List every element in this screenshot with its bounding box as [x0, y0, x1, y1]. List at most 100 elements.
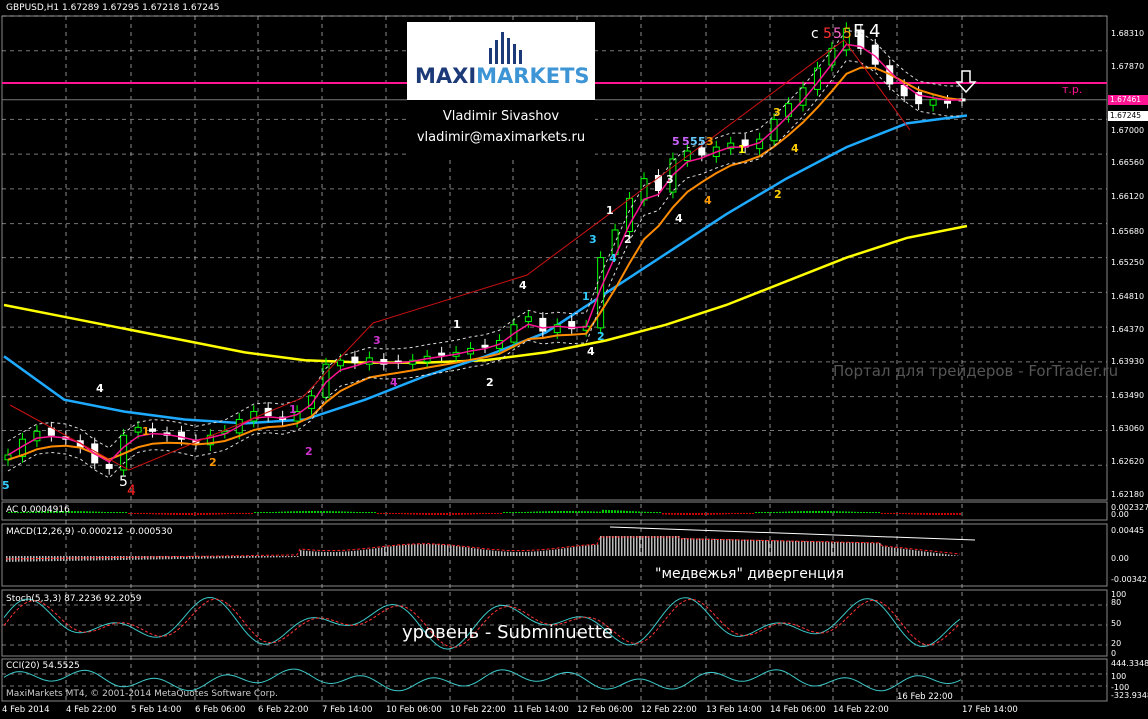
macd-bar [765, 540, 767, 556]
macd-bar [312, 551, 314, 556]
ac-bar [875, 512, 877, 513]
macd-bar [144, 556, 146, 560]
ac-bar [506, 512, 508, 513]
macd-bar [258, 556, 260, 558]
macd-bar [324, 551, 326, 556]
ac-bar [782, 511, 784, 513]
macd-bar [114, 556, 116, 561]
author-email: vladimir@maximarkets.ru [416, 130, 586, 145]
ac-bar [914, 513, 916, 515]
macd-bar [561, 548, 563, 556]
macd-bar [849, 542, 851, 556]
macd-bar [750, 539, 752, 556]
divergence-caption: "медвежья" дивергенция [655, 566, 845, 582]
ac-bar [539, 511, 541, 513]
ac-bar [200, 513, 202, 515]
trading-chart[interactable]: 412123412412434123441324555535 GBPUSD,H1… [0, 0, 1148, 719]
macd-bar [786, 540, 788, 556]
ac-bar [893, 513, 895, 514]
macd-bar [540, 551, 542, 556]
ac-bar [614, 510, 616, 513]
ac-bar [272, 512, 274, 513]
ac-bar [395, 513, 397, 514]
ac-bar [686, 513, 688, 515]
macd-bar [570, 547, 572, 556]
ac-bar [935, 513, 937, 515]
candle-body [351, 356, 359, 364]
macd-bar [525, 551, 527, 556]
ac-bar [347, 511, 349, 513]
ac-bar [623, 510, 625, 513]
ac-bar [578, 511, 580, 513]
ac-bar [653, 512, 655, 513]
wave-count-label: 2 [209, 456, 217, 469]
ac-bar [488, 513, 490, 514]
macd-bar [441, 544, 443, 556]
cci-title: CCI(20) 54.5525 [6, 661, 80, 671]
macd-bar [666, 536, 668, 556]
ac-bar [737, 513, 739, 514]
wave-count-label: 2 [486, 376, 494, 389]
ac-bar [659, 512, 661, 513]
ac-bar [71, 511, 73, 513]
ac-bar [632, 511, 634, 513]
candle-body [134, 426, 142, 433]
macd-bar [909, 549, 911, 556]
ac-bar [581, 511, 583, 513]
macd-bar [948, 554, 950, 556]
macd-bar [546, 550, 548, 556]
macd-bar [282, 556, 284, 558]
macd-bar [255, 556, 257, 558]
macd-bar [714, 538, 716, 556]
macd-bar [690, 538, 692, 556]
wave-label-5c: 5 [843, 26, 852, 42]
macd-bar [270, 556, 272, 558]
ac-bar [857, 511, 859, 513]
wave-count-label: 1 [289, 403, 297, 416]
ac-bar [467, 513, 469, 515]
macd-bar [564, 548, 566, 556]
ac-bar [242, 513, 244, 514]
ac-bar [749, 513, 751, 514]
macd-bar [330, 551, 332, 556]
macd-bar [693, 538, 695, 556]
candle-body [438, 352, 446, 356]
candle-body [539, 317, 547, 332]
ac-bar [458, 513, 460, 515]
ac-bar [779, 511, 781, 513]
ac-bar [731, 513, 733, 515]
ac-bar [296, 511, 298, 513]
macd-bar [867, 542, 869, 556]
macd-bar [912, 550, 914, 556]
macd-bar [141, 556, 143, 560]
ac-bar [608, 510, 610, 513]
ac-bar [362, 512, 364, 513]
time-tick: 14 Feb 22:00 [833, 705, 889, 715]
ac-bar [356, 511, 358, 513]
ac-bar [908, 513, 910, 515]
ac-bar [713, 513, 715, 515]
ac-bar [128, 513, 130, 514]
price-tick: 1.67870 [1111, 62, 1145, 71]
ac-bar [206, 513, 208, 515]
macd-bar [774, 540, 776, 556]
macd-bar [654, 536, 656, 556]
macd-bar [471, 547, 473, 556]
ac-bar [440, 513, 442, 515]
macd-bar [681, 538, 683, 556]
macd-bar [354, 550, 356, 556]
ac-bar [710, 513, 712, 515]
pane-border [1, 501, 1108, 521]
symbol-info: GBPUSD,H1 1.67289 1.67295 1.67218 1.6724… [6, 3, 220, 13]
ac-bar [344, 511, 346, 513]
macd-bar [897, 548, 899, 556]
macd-bar [24, 556, 26, 562]
macd-bar [522, 551, 524, 556]
ac-bar [476, 513, 478, 515]
price-tick: 1.65680 [1111, 227, 1145, 236]
ac-bar [617, 510, 619, 513]
macd-bar [555, 549, 557, 556]
ac-bar [881, 513, 883, 514]
ac-bar [455, 513, 457, 515]
target-price-label: т.р. [1062, 83, 1083, 96]
